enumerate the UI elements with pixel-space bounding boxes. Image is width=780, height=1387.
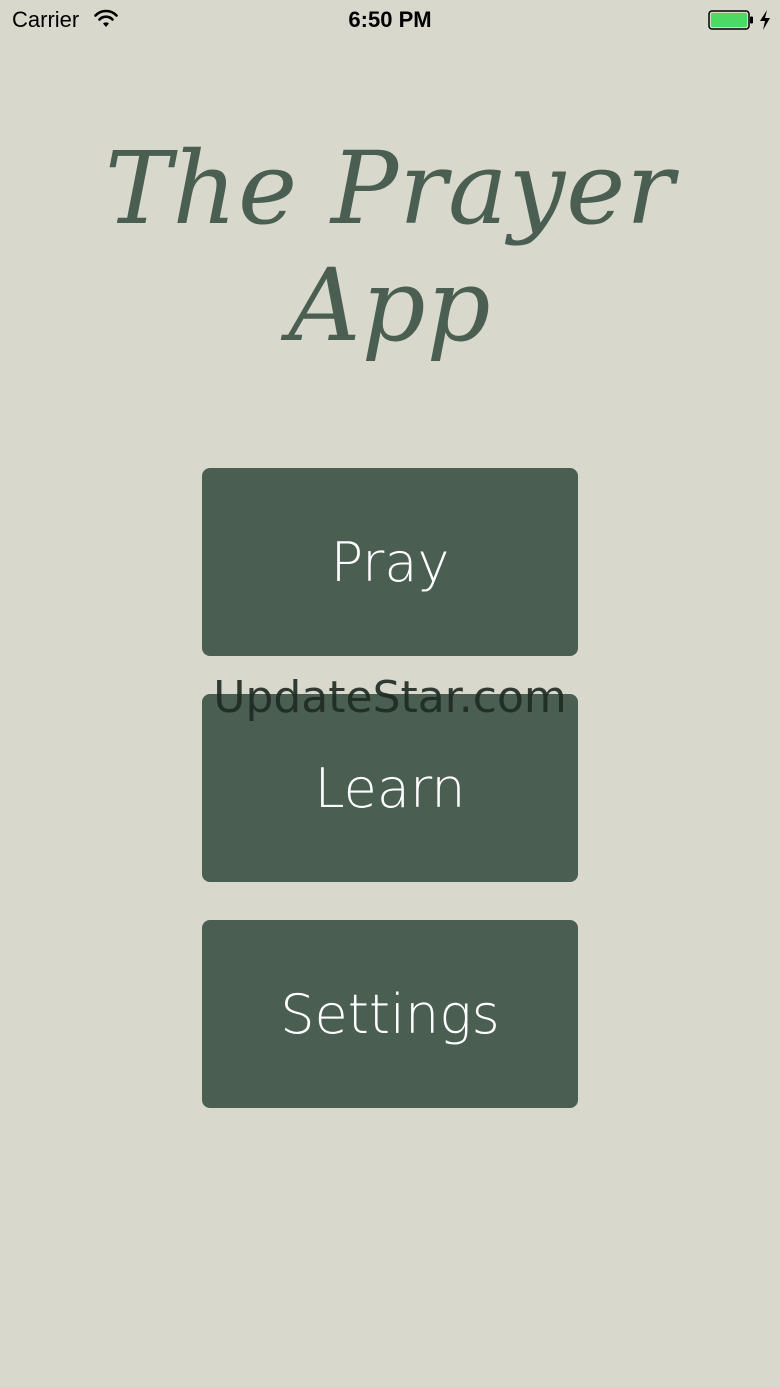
settings-button[interactable]: Settings [202, 920, 578, 1108]
app-screen: Carrier 6:50 PM The Prayer App Pray Lear… [0, 0, 780, 1387]
pray-button[interactable]: Pray [202, 468, 578, 656]
status-time: 6:50 PM [348, 7, 432, 32]
charging-bolt-icon [760, 10, 770, 30]
app-title: The Prayer App [104, 130, 676, 364]
learn-button-label: Learn [314, 756, 466, 820]
settings-button-label: Settings [280, 982, 500, 1046]
learn-button[interactable]: Learn [202, 694, 578, 882]
status-bar: Carrier 6:50 PM [0, 0, 780, 40]
battery-icon [708, 10, 753, 30]
pray-button-label: Pray [330, 530, 450, 594]
